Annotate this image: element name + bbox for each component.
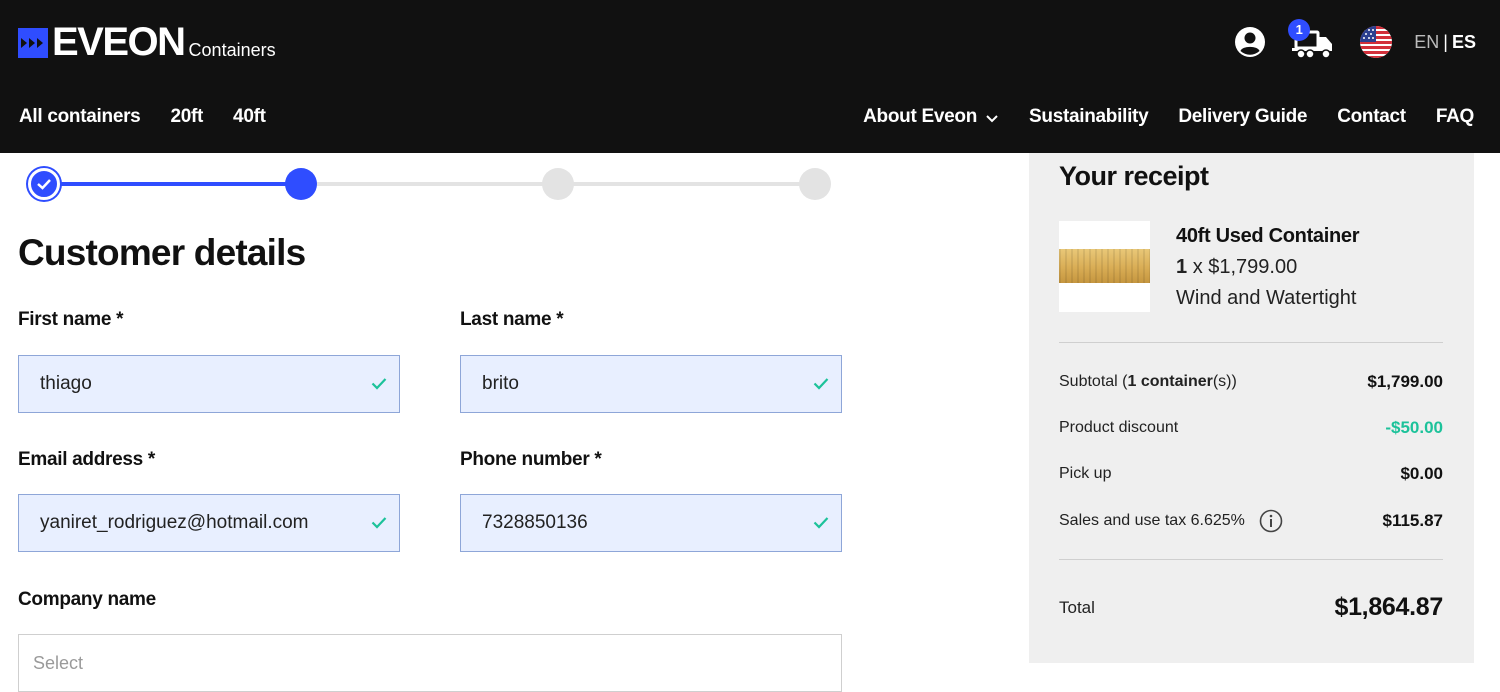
pickup-label: Pick up <box>1059 465 1112 482</box>
last-name-field[interactable]: brito <box>460 355 842 413</box>
last-name-value: brito <box>482 373 519 394</box>
product-qty: 1 <box>1176 256 1188 278</box>
nav-sustainability[interactable]: Sustainability <box>1029 106 1149 128</box>
step-1-completed[interactable] <box>28 168 60 200</box>
receipt-title: Your receipt <box>1059 161 1209 191</box>
last-name-label: Last name * <box>460 309 564 330</box>
subtotal-value: $1,799.00 <box>1367 372 1443 391</box>
first-name-field[interactable]: thiago <box>18 355 400 413</box>
product-condition: Wind and Watertight <box>1176 287 1357 309</box>
nav-about-label: About Eveon <box>863 106 978 127</box>
container-image-icon <box>1059 249 1150 283</box>
brand-name: EVEON <box>52 20 186 64</box>
main-nav-right: About Eveon Sustainability Delivery Guid… <box>863 106 1474 128</box>
chevron-down-icon <box>986 115 998 123</box>
product-qty-sep: x <box>1192 256 1203 278</box>
discount-label: Product discount <box>1059 419 1179 436</box>
valid-check-icon <box>371 517 387 529</box>
nav-40ft[interactable]: 40ft <box>233 106 266 128</box>
step-3-pending <box>542 168 574 200</box>
company-select[interactable]: Select <box>18 634 842 692</box>
company-label: Company name <box>18 589 156 610</box>
phone-label: Phone number * <box>460 449 602 470</box>
total-label: Total <box>1059 597 1095 617</box>
main-nav-left: All containers 20ft 40ft <box>19 106 296 128</box>
pickup-row: Pick up $0.00 <box>1059 464 1443 484</box>
valid-check-icon <box>371 378 387 390</box>
lang-en-link[interactable]: EN <box>1414 32 1439 53</box>
subtotal-label-post: (s)) <box>1212 373 1237 390</box>
site-header: EVEON Containers 1 EN | ES All container… <box>0 0 1500 153</box>
lang-separator: | <box>1443 31 1448 52</box>
total-value: $1,864.87 <box>1334 593 1443 621</box>
email-label: Email address * <box>18 449 156 470</box>
nav-20ft[interactable]: 20ft <box>170 106 203 128</box>
subtotal-row: Subtotal (1 container (s)) $1,799.00 <box>1059 372 1443 392</box>
valid-check-icon <box>813 517 829 529</box>
phone-value: 7328850136 <box>482 512 588 533</box>
receipt-divider <box>1059 559 1443 560</box>
first-name-label: First name * <box>18 309 124 330</box>
product-name: 40ft Used Container <box>1176 225 1360 247</box>
email-field[interactable]: yaniret_rodriguez@hotmail.com <box>18 494 400 552</box>
nav-faq[interactable]: FAQ <box>1436 106 1474 128</box>
cart-button[interactable]: 1 <box>1288 19 1336 62</box>
tax-label-wrap: Sales and use tax 6.625% <box>1059 509 1283 533</box>
nav-about-eveon[interactable]: About Eveon <box>863 106 999 128</box>
nav-contact[interactable]: Contact <box>1337 106 1406 128</box>
step-4-pending <box>799 168 831 200</box>
tax-value: $115.87 <box>1382 511 1443 530</box>
logo-mark-icon <box>18 28 48 58</box>
product-price: $1,799.00 <box>1208 256 1298 278</box>
page-title: Customer details <box>18 232 306 273</box>
pickup-value: $0.00 <box>1400 464 1443 483</box>
header-actions: 1 EN | ES <box>1234 19 1476 62</box>
tax-label: Sales and use tax 6.625% <box>1059 512 1245 529</box>
product-image <box>1059 221 1150 312</box>
eveon-logo[interactable]: EVEON Containers <box>18 22 276 62</box>
discount-row: Product discount -$50.00 <box>1059 418 1443 438</box>
product-quantity-price: 1 x $1,799.00 <box>1176 256 1297 279</box>
lang-es-link[interactable]: ES <box>1452 32 1476 53</box>
brand-subtitle: Containers <box>188 40 276 60</box>
receipt-divider <box>1059 342 1443 343</box>
company-placeholder: Select <box>33 653 84 673</box>
first-name-value: thiago <box>40 373 92 394</box>
valid-check-icon <box>813 378 829 390</box>
nav-all-containers[interactable]: All containers <box>19 106 141 128</box>
subtotal-label: Subtotal (1 container (s)) <box>1059 373 1237 391</box>
checkout-stepper <box>28 168 831 200</box>
subtotal-label-count: 1 container <box>1127 373 1213 390</box>
us-flag-icon[interactable] <box>1360 26 1393 58</box>
check-icon <box>37 179 51 190</box>
user-icon[interactable] <box>1234 26 1266 58</box>
discount-value: -$50.00 <box>1385 418 1443 437</box>
step-2-current <box>285 168 317 200</box>
receipt-panel: Your receipt 40ft Used Container 1 x $1,… <box>1029 153 1474 663</box>
email-value: yaniret_rodriguez@hotmail.com <box>40 512 309 533</box>
phone-field[interactable]: 7328850136 <box>460 494 842 552</box>
nav-delivery-guide[interactable]: Delivery Guide <box>1178 106 1307 128</box>
stepper-progress-line <box>44 182 302 186</box>
info-icon[interactable] <box>1259 509 1283 533</box>
total-row: Total $1,864.87 <box>1059 593 1443 622</box>
language-switcher: EN | ES <box>1414 32 1476 53</box>
tax-row: Sales and use tax 6.625% $115.87 <box>1059 508 1443 534</box>
subtotal-label-pre: Subtotal ( <box>1059 373 1128 390</box>
